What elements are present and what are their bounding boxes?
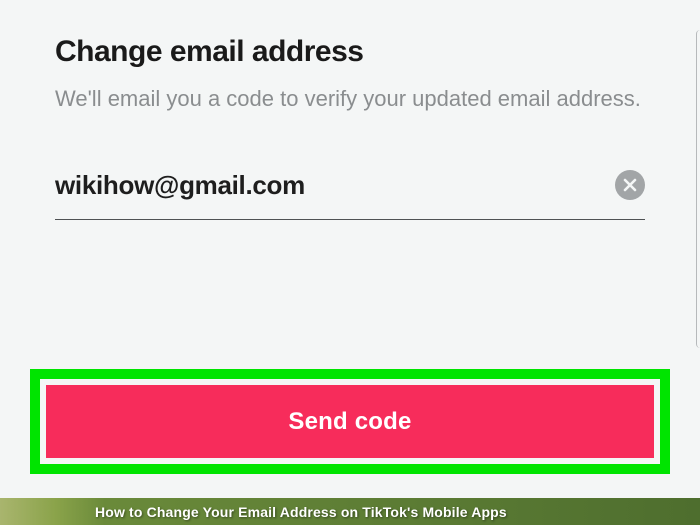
close-icon [623, 178, 637, 192]
caption-text: How to Change Your Email Address on TikT… [95, 504, 507, 520]
change-email-screen: Change email address We'll email you a c… [0, 0, 700, 250]
caption-bar: How to Change Your Email Address on TikT… [0, 498, 700, 525]
highlight-annotation: Send code [30, 369, 670, 474]
send-code-button[interactable]: Send code [46, 385, 654, 458]
page-title: Change email address [55, 35, 645, 69]
clear-input-button[interactable] [615, 170, 645, 200]
page-subtitle: We'll email you a code to verify your up… [55, 84, 645, 115]
email-field[interactable] [55, 170, 615, 201]
scroll-edge [696, 30, 700, 348]
email-input-row [55, 170, 645, 220]
